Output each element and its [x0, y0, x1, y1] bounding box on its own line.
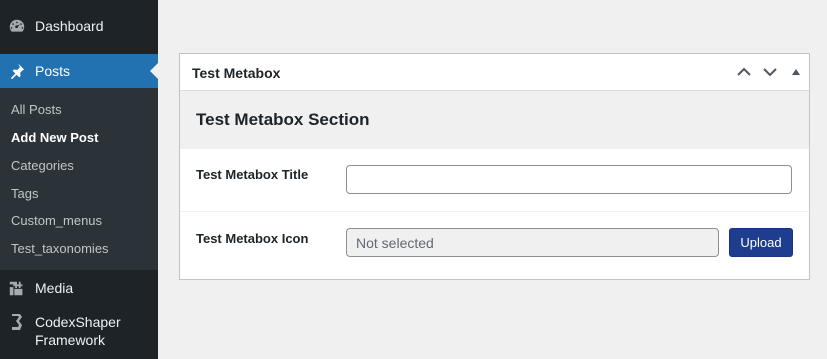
- icon-field-label: Test Metabox Icon: [196, 231, 309, 246]
- submenu-add-new-post[interactable]: Add New Post: [11, 130, 98, 145]
- metabox-section-header: Test Metabox Section: [180, 91, 809, 149]
- field-row-title: Test Metabox Title: [180, 149, 809, 212]
- section-title: Test Metabox Section: [196, 110, 370, 129]
- submenu-custom-menus[interactable]: Custom_menus: [11, 213, 102, 228]
- title-input[interactable]: [346, 165, 792, 194]
- menu-posts[interactable]: Posts: [0, 54, 158, 88]
- submenu-tags[interactable]: Tags: [11, 186, 38, 201]
- field-row-icon: Test Metabox Icon Not selected Upload: [180, 212, 809, 278]
- menu-media[interactable]: Media: [0, 271, 158, 305]
- admin-sidebar: Dashboard Posts All Posts Add New Post C…: [0, 0, 158, 359]
- codexshaper-line1: CodexShaper: [35, 314, 121, 330]
- posts-submenu: All Posts Add New Post Categories Tags C…: [0, 88, 158, 270]
- test-metabox: Test Metabox Test Metabox Section Test M…: [179, 53, 810, 280]
- chevron-down-icon[interactable]: [762, 64, 778, 80]
- toggle-panel-icon[interactable]: [788, 64, 804, 80]
- current-menu-arrow: [150, 63, 158, 79]
- submenu-test-taxonomies[interactable]: Test_taxonomies: [11, 241, 109, 256]
- title-field-label: Test Metabox Title: [196, 167, 309, 182]
- menu-posts-label: Posts: [35, 63, 71, 79]
- pin-icon: [8, 62, 26, 80]
- icon-value-field[interactable]: Not selected: [346, 228, 719, 257]
- codexshaper-icon: [8, 313, 26, 331]
- chevron-up-icon[interactable]: [736, 64, 752, 80]
- menu-codexshaper[interactable]: CodexShaper Framework: [0, 309, 158, 353]
- dashboard-icon: [8, 17, 26, 35]
- media-icon: [8, 279, 26, 297]
- metabox-header: Test Metabox: [180, 54, 809, 91]
- menu-dashboard[interactable]: Dashboard: [0, 9, 158, 43]
- menu-media-label: Media: [35, 280, 74, 296]
- metabox-title: Test Metabox: [192, 65, 281, 81]
- menu-dashboard-label: Dashboard: [35, 18, 104, 34]
- codexshaper-line2: Framework: [35, 332, 106, 348]
- upload-button[interactable]: Upload: [729, 228, 793, 257]
- submenu-categories[interactable]: Categories: [11, 158, 74, 173]
- submenu-all-posts[interactable]: All Posts: [11, 102, 62, 117]
- menu-codexshaper-label: CodexShaper Framework: [35, 313, 121, 349]
